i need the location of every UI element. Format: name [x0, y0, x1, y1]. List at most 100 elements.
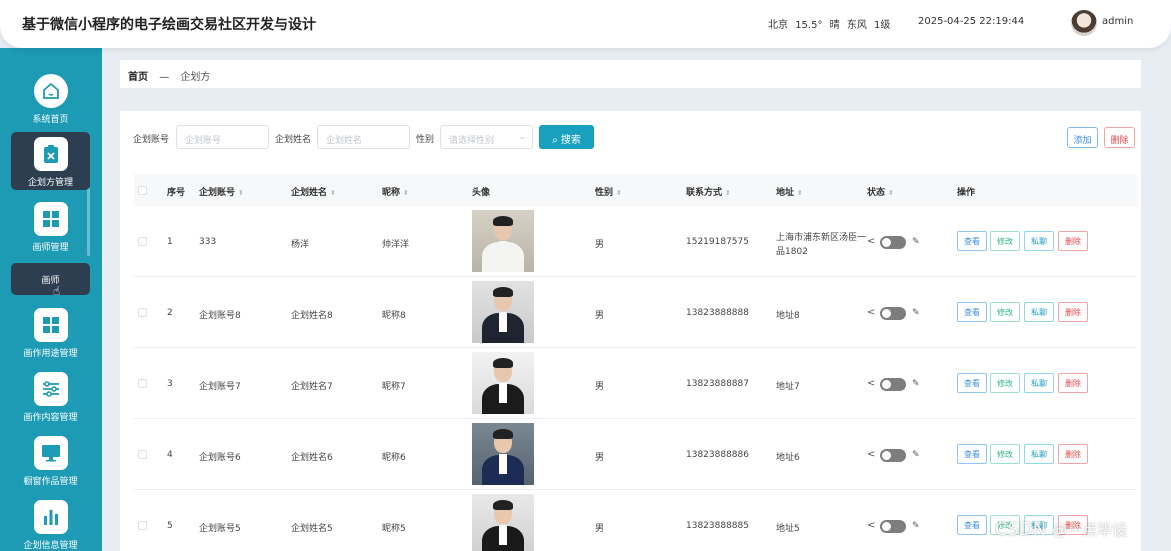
cell-gender: 男 — [595, 382, 605, 392]
sidebar-item-content[interactable]: 画作内容管理 — [11, 372, 90, 423]
top-header: 基于微信小程序的电子绘画交易社区开发与设计 北京 15.5° 晴 东风 1级 2… — [0, 0, 1171, 48]
gender-select[interactable]: 请选择性别 ⌄ — [440, 125, 533, 149]
edit-button[interactable]: 修改 — [990, 302, 1020, 322]
column-header-sortable[interactable]: 地址 ⬍ — [776, 185, 803, 198]
sidebar-item-home[interactable]: 系统首页 — [11, 74, 90, 125]
column-header-sortable[interactable]: 企划姓名 ⬍ — [291, 185, 336, 198]
sort-icon: ⬍ — [725, 189, 731, 197]
avatar-photo[interactable] — [472, 281, 534, 343]
status-toggle[interactable] — [880, 236, 906, 249]
message-button[interactable]: 私聊 — [1024, 231, 1054, 251]
message-button[interactable]: 私聊 — [1024, 302, 1054, 322]
cell-gender: 男 — [595, 524, 605, 534]
batch-delete-button[interactable]: 删除 — [1104, 127, 1135, 148]
message-button[interactable]: 私聊 — [1024, 444, 1054, 464]
sidebar-item-planner[interactable]: 企划方管理 — [11, 132, 90, 190]
search-button[interactable]: ⌕ 搜索 — [539, 125, 594, 149]
message-button[interactable]: 私聊 — [1024, 373, 1054, 393]
sort-icon: ⬍ — [888, 189, 894, 197]
cell-account: 企划账号7 — [199, 382, 241, 392]
view-button[interactable]: 查看 — [957, 444, 987, 464]
column-header: 操作 — [957, 188, 976, 198]
status-toggle[interactable] — [880, 449, 906, 462]
cell-index: 2 — [167, 308, 173, 318]
avatar[interactable] — [1071, 10, 1097, 36]
sidebar-subitem-painter[interactable]: 画师 — [11, 263, 90, 295]
edit-button[interactable]: 修改 — [990, 444, 1020, 464]
edit-pen-icon[interactable]: ✎ — [912, 379, 920, 389]
table-row: 3 企划账号7 企划姓名7 昵称7 男 13823888887 地址7 < ✎ 查看 修改 私聊 删除 — [134, 348, 1137, 419]
column-header-label: 状态 — [867, 188, 886, 198]
share-icon[interactable]: < — [867, 236, 875, 247]
cell-index: 4 — [167, 450, 173, 460]
delete-button[interactable]: 删除 — [1058, 444, 1088, 464]
cell-name: 企划姓名8 — [291, 311, 333, 321]
table-header: 序号 企划账号 ⬍ 企划姓名 ⬍ 昵称 ⬍ 头像 性别 ⬍ 联系方式 ⬍ 地址 ⬍ 状态 ⬍ … — [134, 174, 1137, 206]
gender-label: 性别 — [416, 135, 435, 145]
avatar-photo[interactable] — [472, 494, 534, 551]
delete-button[interactable]: 删除 — [1058, 302, 1088, 322]
column-header-sortable[interactable]: 昵称 ⬍ — [382, 185, 409, 198]
edit-pen-icon[interactable]: ✎ — [912, 450, 920, 460]
cell-gender: 男 — [595, 453, 605, 463]
account-input[interactable]: 企划账号 — [176, 125, 269, 149]
pointer-cursor-icon: ☝ — [53, 284, 61, 298]
column-header-sortable[interactable]: 状态 ⬍ — [867, 185, 894, 198]
view-button[interactable]: 查看 — [957, 231, 987, 251]
share-icon[interactable]: < — [867, 449, 875, 460]
username[interactable]: admin — [1102, 16, 1133, 27]
add-button[interactable]: 添加 — [1067, 127, 1098, 148]
sidebar-item-painter[interactable]: 画师管理 — [11, 202, 90, 253]
cell-index: 3 — [167, 379, 173, 389]
sort-icon: ⬍ — [797, 189, 803, 197]
monitor-icon — [33, 436, 68, 470]
edit-button[interactable]: 修改 — [990, 231, 1020, 251]
avatar-photo[interactable] — [472, 423, 534, 485]
status-toggle[interactable] — [880, 378, 906, 391]
breadcrumb-separator: — — [159, 72, 170, 83]
cell-nickname: 昵称6 — [382, 453, 406, 463]
sidebar-item-showcase[interactable]: 橱窗作品管理 — [11, 436, 90, 487]
row-checkbox[interactable] — [138, 521, 147, 530]
table-row: 4 企划账号6 企划姓名6 昵称6 男 13823888886 地址6 < ✎ 查看 修改 私聊 删除 — [134, 419, 1137, 490]
view-button[interactable]: 查看 — [957, 373, 987, 393]
cell-name: 企划姓名7 — [291, 382, 333, 392]
select-all-checkbox[interactable] — [138, 186, 147, 195]
row-checkbox[interactable] — [138, 308, 147, 317]
cell-account: 企划账号8 — [199, 311, 241, 321]
column-header-sortable[interactable]: 企划账号 ⬍ — [199, 185, 244, 198]
weather-city: 北京 — [768, 20, 788, 31]
row-checkbox[interactable] — [138, 237, 147, 246]
edit-pen-icon[interactable]: ✎ — [912, 308, 920, 318]
share-icon[interactable]: < — [867, 378, 875, 389]
view-button[interactable]: 查看 — [957, 515, 987, 535]
avatar-photo[interactable] — [472, 210, 534, 272]
cell-nickname: 昵称7 — [382, 382, 406, 392]
status-toggle[interactable] — [880, 307, 906, 320]
edit-button[interactable]: 修改 — [990, 373, 1020, 393]
column-header-sortable[interactable]: 联系方式 ⬍ — [686, 185, 731, 198]
sidebar-item-label: 企划信息管理 — [23, 541, 78, 551]
column-header-sortable[interactable]: 性别 ⬍ — [595, 185, 622, 198]
edit-pen-icon[interactable]: ✎ — [912, 521, 920, 531]
delete-button[interactable]: 删除 — [1058, 231, 1088, 251]
weather-level: 1级 — [874, 20, 891, 31]
weather-wind: 东风 — [846, 20, 867, 31]
breadcrumb-home[interactable]: 首页 — [128, 72, 148, 83]
cell-phone: 13823888885 — [686, 521, 749, 531]
sidebar-item-plan-info[interactable]: 企划信息管理 — [11, 500, 90, 551]
edit-pen-icon[interactable]: ✎ — [912, 237, 920, 247]
share-icon[interactable]: < — [867, 307, 875, 318]
sidebar-item-usage[interactable]: 画作用途管理 — [11, 308, 90, 359]
delete-button[interactable]: 删除 — [1058, 373, 1088, 393]
name-input[interactable]: 企划姓名 — [317, 125, 410, 149]
sidebar-item-label: 橱窗作品管理 — [23, 477, 78, 487]
row-checkbox[interactable] — [138, 379, 147, 388]
view-button[interactable]: 查看 — [957, 302, 987, 322]
avatar-photo[interactable] — [472, 352, 534, 414]
column-header-label: 企划姓名 — [291, 188, 328, 198]
status-toggle[interactable] — [880, 520, 906, 533]
table-body: 1 333 杨洋 帅洋洋男 15219187575 上海市浦东新区汤臣一 品1802 < ✎ 查看… — [134, 206, 1137, 551]
row-checkbox[interactable] — [138, 450, 147, 459]
share-icon[interactable]: < — [867, 520, 875, 531]
